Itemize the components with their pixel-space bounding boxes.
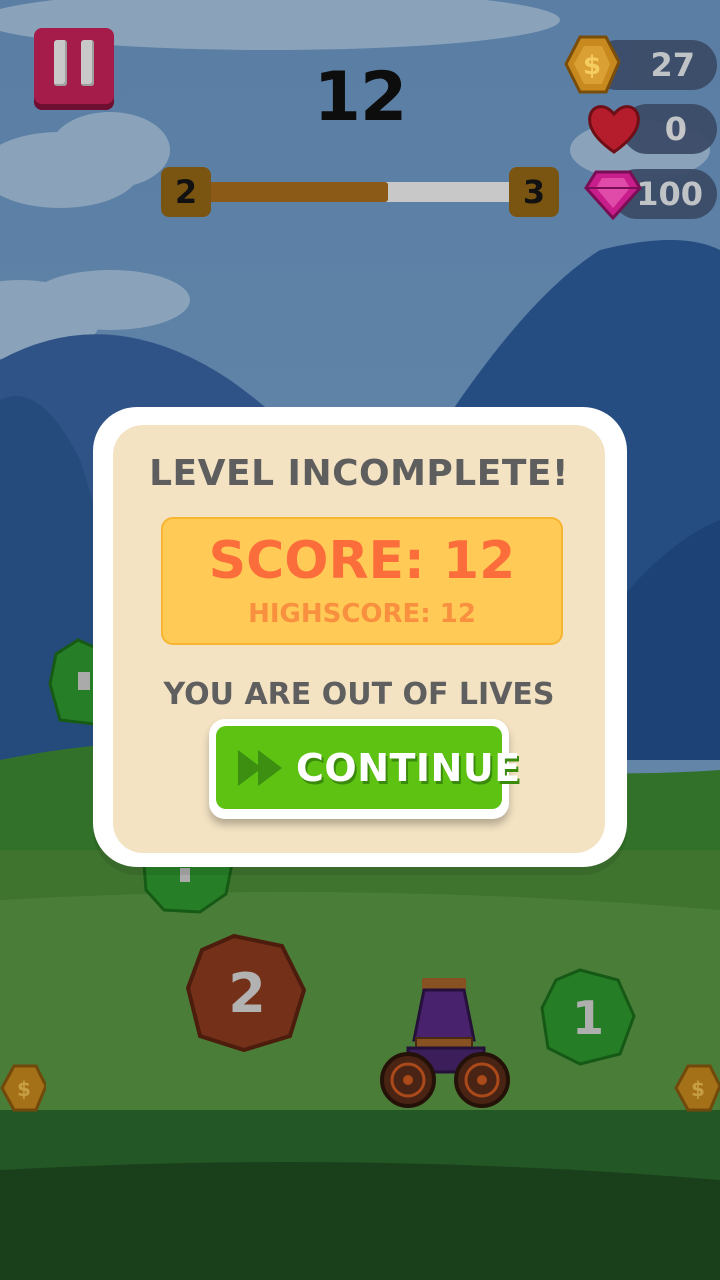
coins-value: 27 [650, 46, 695, 84]
dialog-title: LEVEL INCOMPLETE! [149, 453, 569, 494]
pause-icon [54, 40, 67, 86]
fast-forward-icon [238, 750, 282, 786]
dialog-panel: LEVEL INCOMPLETE! SCORE: 12 HIGHSCORE: 1… [113, 425, 605, 853]
continue-button[interactable]: CONTINUE [209, 719, 520, 819]
continue-button-face[interactable]: CONTINUE [216, 726, 520, 809]
lives-value: 0 [664, 110, 687, 148]
highscore: HIGHSCORE: 12 [248, 599, 476, 629]
next-level-badge: 3 [509, 167, 559, 217]
level-progress-fill [205, 182, 388, 202]
heart-icon [588, 105, 640, 154]
current-level-badge: 2 [161, 167, 211, 217]
gems-value: 100 [636, 175, 703, 213]
level-progress-bar [205, 182, 520, 202]
out-of-lives-message: YOU ARE OUT OF LIVES [163, 677, 555, 712]
level-incomplete-dialog: LEVEL INCOMPLETE! SCORE: 12 HIGHSCORE: 1… [93, 407, 627, 867]
final-score: SCORE: 12 [208, 531, 516, 591]
pause-icon-bar [81, 40, 94, 86]
continue-label: CONTINUE [296, 746, 521, 790]
svg-text:$: $ [583, 51, 601, 81]
pause-button[interactable] [34, 28, 114, 104]
score-panel: SCORE: 12 HIGHSCORE: 12 [161, 517, 563, 645]
gem-icon [584, 170, 642, 220]
current-score: 12 [313, 58, 408, 137]
coin-icon: $ [564, 35, 621, 94]
